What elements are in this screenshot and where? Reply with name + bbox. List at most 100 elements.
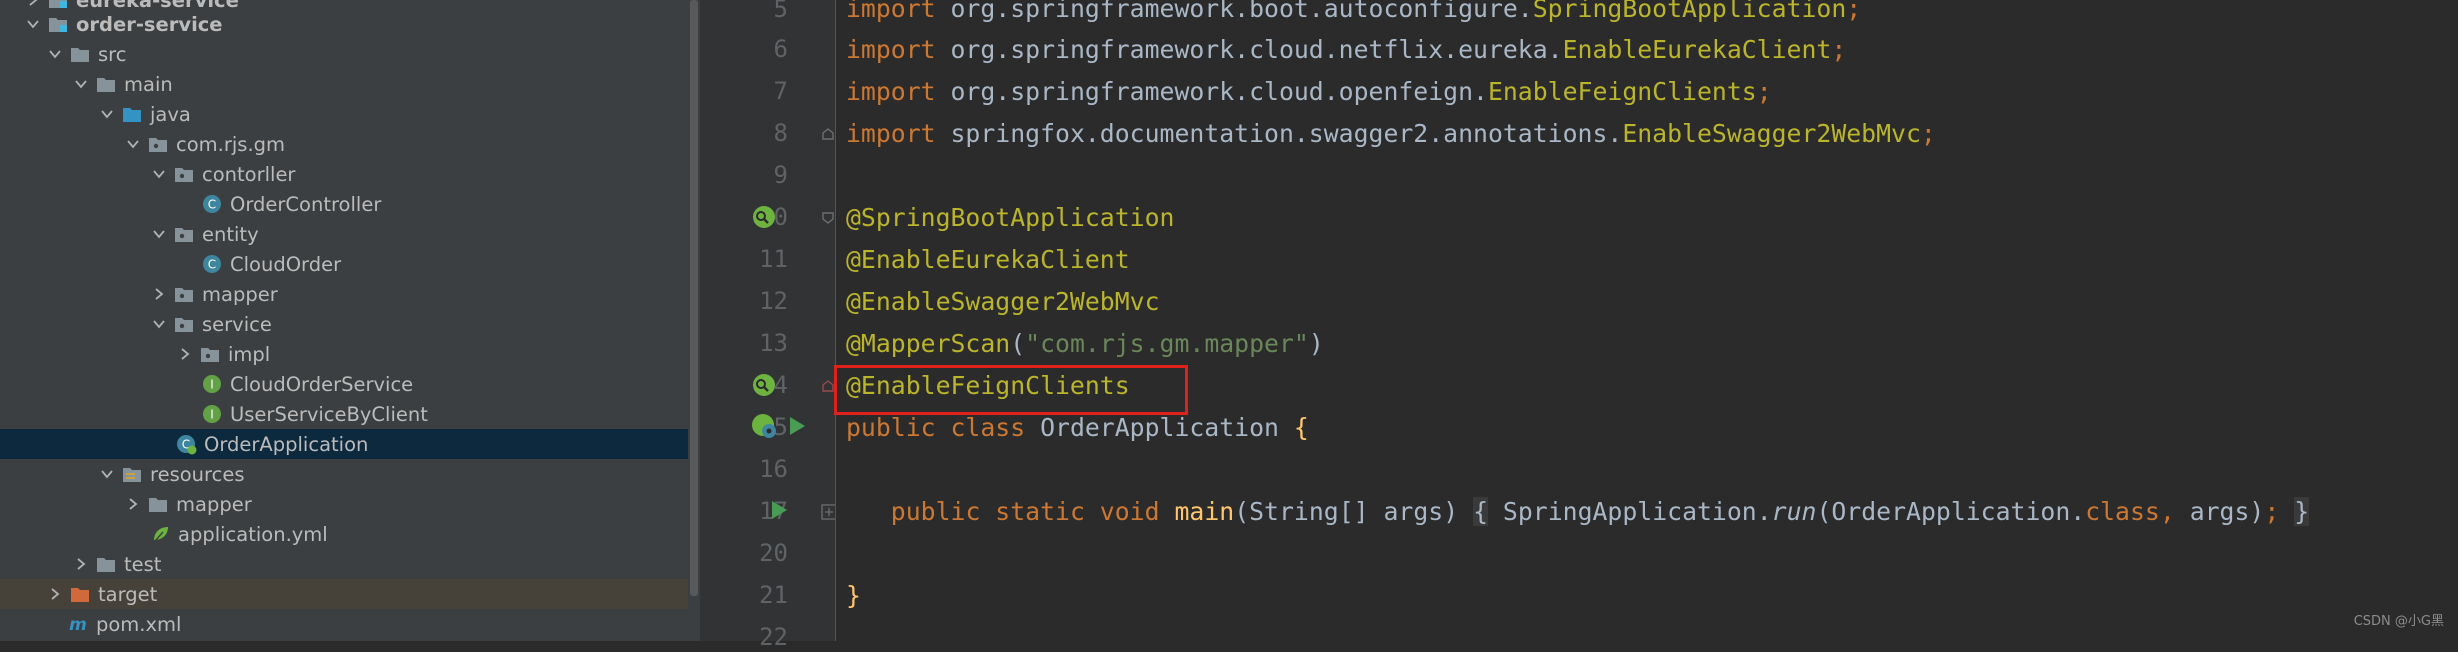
tree-label: target: [98, 582, 158, 606]
code-line-10[interactable]: @SpringBootApplication: [846, 202, 1174, 234]
chevron-down-icon[interactable]: [70, 73, 92, 95]
interface-icon: I: [200, 402, 224, 426]
spring-boot-app-gutter-icon[interactable]: [750, 412, 778, 444]
tree-label: java: [150, 102, 191, 126]
class-name: OrderApplication: [1025, 413, 1294, 442]
tree-row-package-com-rjs-gm[interactable]: com.rjs.gm: [0, 129, 688, 159]
code-line-5[interactable]: import org.springframework.boot.autoconf…: [846, 0, 1861, 25]
package-icon: [198, 342, 222, 366]
tree-row-package-contorller[interactable]: contorller: [0, 159, 688, 189]
chevron-right-icon[interactable]: [70, 553, 92, 575]
code-line-8[interactable]: import springfox.documentation.swagger2.…: [846, 118, 1936, 150]
tree-row-class-cloudorder[interactable]: C CloudOrder: [0, 249, 688, 279]
chevron-down-icon[interactable]: [44, 43, 66, 65]
code-line-11[interactable]: @EnableEurekaClient: [846, 244, 1130, 276]
line-number: 20: [759, 539, 788, 567]
chevron-down-icon[interactable]: [96, 463, 118, 485]
tree-row-package-mapper[interactable]: mapper: [0, 279, 688, 309]
tree-row-resources-mapper[interactable]: mapper: [0, 489, 688, 519]
editor-gutter: 5 6 7 8 9 10 11 12 13 14 15 16 17 20 21 …: [700, 0, 837, 651]
tree-row-class-orderapplication[interactable]: C OrderApplication: [0, 429, 688, 459]
keyword: public static void: [890, 497, 1160, 526]
tree-scrollbar-thumb[interactable]: [690, 0, 698, 596]
package-path: springfox.documentation.swagger2.annotat…: [935, 119, 1623, 148]
code-line-15[interactable]: public class OrderApplication {: [846, 412, 1309, 444]
call-args-end: args): [2189, 497, 2265, 526]
chevron-down-icon[interactable]: [22, 13, 44, 35]
tree-row-package-entity[interactable]: entity: [0, 219, 688, 249]
tree-row-package-service[interactable]: service: [0, 309, 688, 339]
spring-bean-gutter-icon[interactable]: [750, 372, 778, 404]
class-name: EnableSwagger2WebMvc: [1622, 119, 1921, 148]
keyword: import: [846, 35, 936, 64]
chevron-right-icon[interactable]: [122, 493, 144, 515]
chevron-down-icon[interactable]: [122, 133, 144, 155]
class-ref: SpringApplication.: [1488, 497, 1772, 526]
code-line-12[interactable]: @EnableSwagger2WebMvc: [846, 286, 1160, 318]
tree-label: impl: [228, 342, 271, 366]
spring-boot-class-icon: C: [174, 432, 198, 456]
folder-icon: [146, 492, 170, 516]
fold-marker-icon[interactable]: [821, 210, 835, 229]
tree-row-resources[interactable]: resources: [0, 459, 688, 489]
tree-scrollbar[interactable]: [688, 0, 700, 641]
class-name: EnableEurekaClient: [1562, 35, 1832, 64]
fold-end-marker-icon[interactable]: [821, 378, 835, 397]
run-icon[interactable]: [786, 414, 808, 442]
annotation: @EnableSwagger2WebMvc: [846, 287, 1160, 316]
tree-row-package-impl[interactable]: impl: [0, 339, 688, 369]
tree-row-main[interactable]: main: [0, 69, 688, 99]
folded-region-open[interactable]: {: [1473, 497, 1488, 526]
chevron-right-icon[interactable]: [174, 343, 196, 365]
tree-row-application-yml[interactable]: application.yml: [0, 519, 688, 549]
line-number: 22: [759, 623, 788, 651]
folded-region-close[interactable]: }: [2294, 497, 2310, 526]
chevron-right-icon[interactable]: [148, 283, 170, 305]
tree-row-java[interactable]: java: [0, 99, 688, 129]
line-number: 12: [759, 287, 788, 315]
tree-label: contorller: [202, 162, 296, 186]
class-icon: C: [200, 252, 224, 276]
spring-bean-gutter-icon[interactable]: [750, 204, 778, 236]
tree-label: pom.xml: [96, 612, 182, 636]
chevron-down-icon[interactable]: [148, 163, 170, 185]
chevron-down-icon[interactable]: [96, 103, 118, 125]
keyword: class: [2085, 497, 2160, 526]
code-line-17[interactable]: public static void main(String[] args) {…: [846, 496, 2310, 528]
run-icon[interactable]: [768, 498, 790, 526]
package-icon: [172, 222, 196, 246]
call-args: (OrderApplication.: [1816, 497, 2086, 526]
package-path: org.springframework.cloud.netflix.eureka…: [935, 35, 1563, 64]
code-line-13[interactable]: @MapperScan("com.rjs.gm.mapper"): [846, 328, 1324, 360]
tree-row-class-ordercontroller[interactable]: C OrderController: [0, 189, 688, 219]
chevron-down-icon[interactable]: [148, 313, 170, 335]
line-number: 6: [773, 35, 788, 63]
tree-row-src[interactable]: src: [0, 39, 688, 69]
svg-text:C: C: [208, 258, 216, 272]
chevron-down-icon[interactable]: [148, 223, 170, 245]
tree-label: test: [124, 552, 162, 576]
code-editor[interactable]: import org.springframework.boot.autoconf…: [836, 0, 2458, 641]
code-line-6[interactable]: import org.springframework.cloud.netflix…: [846, 34, 1846, 66]
class-icon: C: [200, 192, 224, 216]
comma: ,: [2159, 497, 2190, 526]
tree-row-test[interactable]: test: [0, 549, 688, 579]
code-line-7[interactable]: import org.springframework.cloud.openfei…: [846, 76, 1772, 108]
tree-label: service: [202, 312, 272, 336]
tree-row-interface-userservicebyclient[interactable]: I UserServiceByClient: [0, 399, 688, 429]
tree-row-target[interactable]: target: [0, 579, 688, 609]
tree-label: main: [124, 72, 173, 96]
tree-row-pom-xml[interactable]: m pom.xml: [0, 609, 688, 639]
tree-label: resources: [150, 462, 245, 486]
tree-label: CloudOrder: [230, 252, 342, 276]
chevron-right-icon[interactable]: [44, 583, 66, 605]
fold-end-marker-icon[interactable]: [821, 126, 835, 145]
paren: ): [1308, 329, 1324, 358]
semicolon: ;: [1756, 77, 1772, 106]
tree-row-order-service[interactable]: order-service: [0, 9, 688, 39]
tree-row-interface-cloudorderservice[interactable]: I CloudOrderService: [0, 369, 688, 399]
highlight-annotation-box: [834, 365, 1188, 415]
annotation: @SpringBootApplication: [846, 203, 1175, 232]
code-line-21[interactable]: }: [846, 580, 861, 612]
source-root-folder-icon: [120, 102, 144, 126]
